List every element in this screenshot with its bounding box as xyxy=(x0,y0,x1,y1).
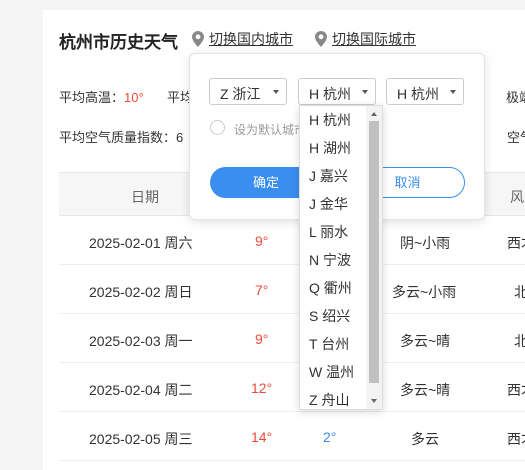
date-cell: 2025-02-02 周日 xyxy=(89,284,193,300)
table-row: 2025-02-01 周六 9° 阴~小雨 西才 xyxy=(59,216,525,265)
caret-down-icon xyxy=(362,90,368,94)
table-row: 2025-02-03 周一 9° 多云~晴 北 xyxy=(59,314,525,363)
weather-cell: 阴~小雨 xyxy=(400,235,451,251)
avg-high-stat: 平均高温：10° xyxy=(59,87,144,106)
aqi-value: 6 xyxy=(176,130,184,145)
avg-high-label: 平均高温： xyxy=(59,90,125,105)
high-temp-cell: 9° xyxy=(255,331,269,347)
weather-cell: 多云 xyxy=(411,431,439,447)
page-title: 杭州市历史天气 xyxy=(59,33,178,52)
high-temp-cell: 14° xyxy=(251,429,273,445)
weather-cell: 多云~晴 xyxy=(400,382,451,398)
extreme-stat: 极端 xyxy=(506,90,525,105)
wind-cell: 西才 xyxy=(507,431,525,447)
high-temp-cell: 12° xyxy=(251,380,273,396)
table-row: 2025-02-04 周二 12° 多云~晴 西才 xyxy=(59,363,525,412)
province-select[interactable]: Z 浙江 xyxy=(209,78,287,105)
date-cell: 2025-02-03 周一 xyxy=(89,333,193,349)
scroll-up-arrow-icon[interactable] xyxy=(371,112,377,116)
wind-cell: 北 xyxy=(514,333,525,349)
city-select[interactable]: H 杭州 xyxy=(298,78,376,105)
low-temp-cell: 2° xyxy=(323,429,337,445)
weather-cell: 多云~晴 xyxy=(400,333,451,349)
date-cell: 2025-02-01 周六 xyxy=(89,235,193,251)
province-select-value: Z 浙江 xyxy=(220,86,261,102)
table-row: 2025-02-05 周三 14° 2° 多云 西才 xyxy=(59,412,525,461)
caret-down-icon xyxy=(450,90,456,94)
caret-down-icon xyxy=(273,90,279,94)
location-pin-icon xyxy=(192,31,204,47)
district-select-value: H 杭州 xyxy=(397,86,439,102)
wind-column-header: 风 xyxy=(510,189,524,205)
set-default-label: 设为默认城市 xyxy=(234,123,307,137)
switch-domestic-label: 切换国内城市 xyxy=(209,31,293,47)
date-cell: 2025-02-04 周二 xyxy=(89,382,193,398)
table-row: 2025-02-02 周日 7° 多云~小雨 北 xyxy=(59,265,525,314)
set-default-radio[interactable] xyxy=(210,120,225,135)
scroll-down-arrow-icon[interactable] xyxy=(371,399,377,403)
switch-intl-label: 切换国际城市 xyxy=(332,31,416,47)
avg-high-value: 10° xyxy=(124,90,144,105)
switch-intl-link[interactable]: 切换国际城市 xyxy=(315,29,416,49)
scrollbar-thumb[interactable] xyxy=(369,121,379,383)
switch-domestic-link[interactable]: 切换国内城市 xyxy=(192,29,293,49)
weather-cell: 多云~小雨 xyxy=(392,284,457,300)
dropdown-scrollbar[interactable] xyxy=(366,106,382,409)
wind-cell: 西才 xyxy=(507,235,525,251)
aqi-stat: 平均空气质量指数：6 xyxy=(59,127,183,146)
city-select-value: H 杭州 xyxy=(309,86,351,102)
aqi-label: 平均空气质量指数： xyxy=(59,130,177,145)
city-dropdown-list: H 杭州 H 湖州 J 嘉兴 J 金华 L 丽水 N 宁波 Q 衢州 S 绍兴 … xyxy=(299,105,383,410)
air-stat: 空气 xyxy=(507,130,525,145)
date-cell: 2025-02-05 周三 xyxy=(89,431,193,447)
district-select[interactable]: H 杭州 xyxy=(386,78,464,105)
high-temp-cell: 7° xyxy=(255,282,269,298)
wind-cell: 北 xyxy=(514,284,525,300)
date-column-header: 日期 xyxy=(131,189,159,205)
wind-cell: 西才 xyxy=(507,382,525,398)
location-pin-icon xyxy=(315,31,327,47)
high-temp-cell: 9° xyxy=(255,233,269,249)
